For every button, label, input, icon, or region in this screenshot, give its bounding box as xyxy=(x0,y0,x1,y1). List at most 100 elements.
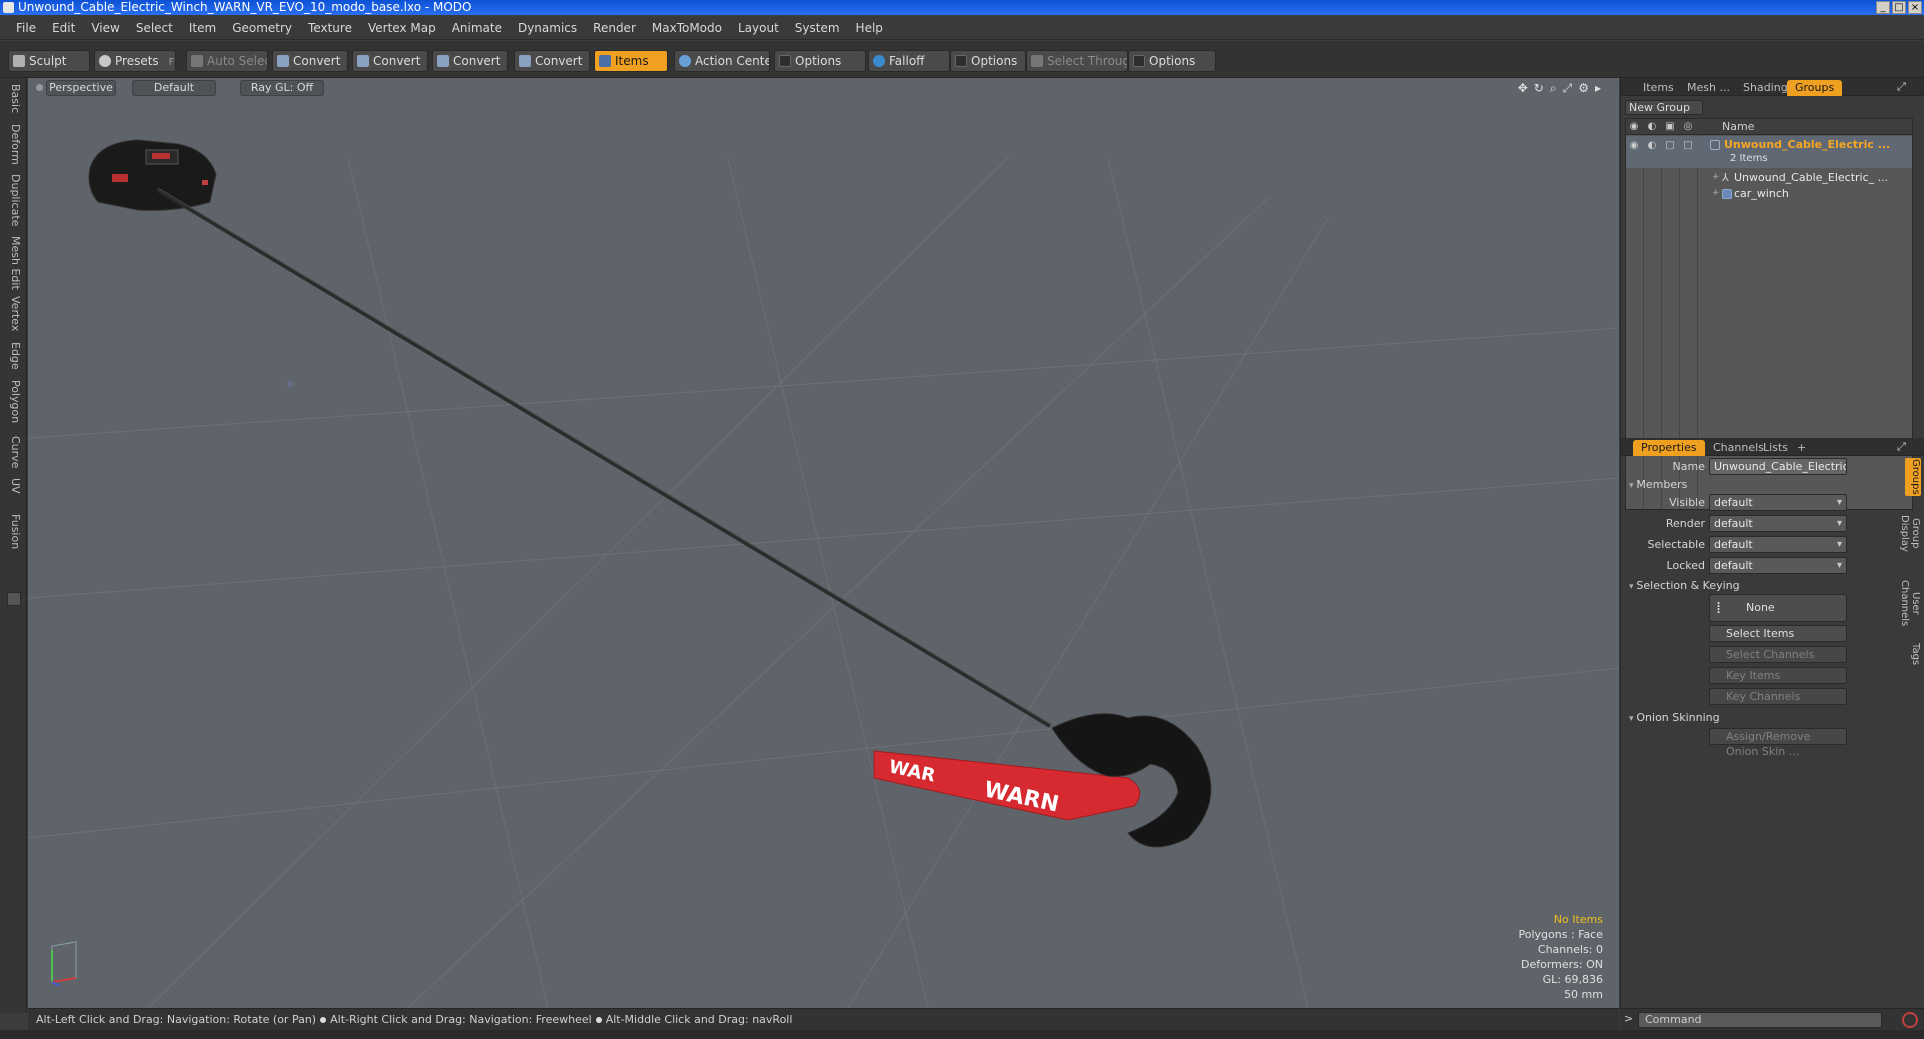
expand-panel-icon[interactable]: ⤢ xyxy=(1897,80,1906,94)
menu-edit[interactable]: Edit xyxy=(44,16,83,40)
raygl-button[interactable]: Ray GL: Off xyxy=(240,80,324,96)
convert-button-4[interactable]: Convert xyxy=(514,50,590,72)
items-mode-button[interactable]: Items xyxy=(594,50,668,72)
tab-curve[interactable]: Curve xyxy=(4,436,22,468)
render-toggle-icon[interactable]: ◐ xyxy=(1646,140,1658,152)
name-column-header[interactable]: Name xyxy=(1722,119,1754,135)
menu-item[interactable]: Item xyxy=(181,16,224,40)
assign-onion-skin-button[interactable]: Assign/Remove Onion Skin ... xyxy=(1709,728,1847,758)
view-mode-button[interactable]: Perspective xyxy=(46,80,116,96)
none-button[interactable]: ⁞ None xyxy=(1709,594,1847,622)
tree-row-winch[interactable]: + car_winch xyxy=(1626,186,1912,202)
convert-button-2[interactable]: Convert xyxy=(352,50,428,72)
menu-texture[interactable]: Texture xyxy=(300,16,360,40)
command-input[interactable]: Command xyxy=(1638,1012,1882,1028)
menu-animate[interactable]: Animate xyxy=(444,16,510,40)
side-tab-user-channels[interactable]: User Channels xyxy=(1899,570,1921,636)
key-channels-button[interactable]: Key Channels xyxy=(1709,688,1847,705)
convert-button-1[interactable]: Convert xyxy=(272,50,348,72)
menu-file[interactable]: File xyxy=(8,16,44,40)
falloff-button[interactable]: Falloff xyxy=(868,50,950,72)
sculpt-button[interactable]: Sculpt xyxy=(8,50,90,72)
menu-select[interactable]: Select xyxy=(128,16,181,40)
visible-label: Visible xyxy=(1669,496,1705,509)
render-icon[interactable]: ◐ xyxy=(1646,121,1658,133)
menu-maxtomodo[interactable]: MaxToModo xyxy=(644,16,730,40)
key-items-button[interactable]: Key Items xyxy=(1709,667,1847,684)
action-center-button[interactable]: Action Center xyxy=(674,50,770,72)
tab-vertex[interactable]: Vertex xyxy=(4,296,22,331)
options-button-3[interactable]: Options xyxy=(1128,50,1216,72)
status-separator xyxy=(595,1017,602,1023)
name-field[interactable]: Unwound_Cable_Electric_Winch_ xyxy=(1709,458,1847,475)
panel-toggle-button[interactable] xyxy=(7,592,21,606)
tab-basic[interactable]: Basic xyxy=(4,84,22,113)
menu-dynamics[interactable]: Dynamics xyxy=(510,16,585,40)
menu-system[interactable]: System xyxy=(787,16,848,40)
tab-edge[interactable]: Edge xyxy=(4,342,22,370)
selectable-icon[interactable]: ◎ xyxy=(1682,121,1694,133)
menu-layout[interactable]: Layout xyxy=(730,16,787,40)
menu-help[interactable]: Help xyxy=(848,16,891,40)
lock-toggle-icon[interactable]: □ xyxy=(1664,140,1676,152)
tab-mesh-edit[interactable]: Mesh Edit xyxy=(4,236,22,290)
viewport-more-icon[interactable]: ▸ xyxy=(1595,81,1601,96)
zoom-view-icon[interactable]: ⌕ xyxy=(1550,81,1557,96)
maximize-button[interactable]: □ xyxy=(1892,1,1906,14)
expand-panel-icon[interactable]: ⤢ xyxy=(1897,440,1906,454)
minimize-button[interactable]: _ xyxy=(1876,1,1890,14)
tab-fusion[interactable]: Fusion xyxy=(4,514,22,549)
viewport-settings-icon[interactable]: ⚙ xyxy=(1578,81,1589,96)
locked-dropdown[interactable]: default xyxy=(1709,557,1847,574)
close-button[interactable]: × xyxy=(1908,1,1922,14)
menu-view[interactable]: View xyxy=(83,16,127,40)
3d-viewport[interactable]: WARN WAR Perspective Default Ray GL: Off… xyxy=(28,78,1619,1008)
tab-duplicate[interactable]: Duplicate xyxy=(4,174,22,226)
tab-uv[interactable]: UV xyxy=(4,478,22,494)
shading-mode-button[interactable]: Default xyxy=(132,80,216,96)
viewport-menu-dot[interactable] xyxy=(36,84,43,91)
menu-geometry[interactable]: Geometry xyxy=(224,16,300,40)
tab-deform[interactable]: Deform xyxy=(4,124,22,165)
tab-groups[interactable]: Groups xyxy=(1787,80,1843,96)
selection-keying-section[interactable]: Selection & Keying xyxy=(1629,579,1739,592)
tab-items[interactable]: Items xyxy=(1635,80,1682,96)
rotate-view-icon[interactable]: ↻ xyxy=(1534,81,1544,96)
render-dropdown[interactable]: default xyxy=(1709,515,1847,532)
menu-vertex-map[interactable]: Vertex Map xyxy=(360,16,444,40)
record-macro-icon[interactable] xyxy=(1902,1012,1918,1028)
eye-icon[interactable]: ◉ xyxy=(1628,121,1640,133)
add-tab-button[interactable]: + xyxy=(1789,440,1814,456)
tab-mesh[interactable]: Mesh ... xyxy=(1679,80,1738,96)
options-button-1[interactable]: Options xyxy=(774,50,866,72)
select-through-button[interactable]: Select Through xyxy=(1026,50,1128,72)
options-button-2[interactable]: Options xyxy=(950,50,1026,72)
tree-row-group[interactable]: ◉ ◐ □ □ Unwound_Cable_Electric ... 2 Ite… xyxy=(1626,136,1912,168)
side-tab-tags[interactable]: Tags xyxy=(1905,640,1921,668)
select-items-button[interactable]: Select Items xyxy=(1709,625,1847,642)
members-section[interactable]: Members xyxy=(1629,478,1687,491)
tree-row-cable[interactable]: + ⅄ Unwound_Cable_Electric_ ... xyxy=(1626,170,1912,186)
convert-button-3[interactable]: Convert xyxy=(432,50,508,72)
selectable-dropdown[interactable]: default xyxy=(1709,536,1847,553)
side-tab-group-display[interactable]: Group Display xyxy=(1899,500,1921,566)
tab-polygon[interactable]: Polygon xyxy=(4,380,22,423)
visible-dropdown[interactable]: default xyxy=(1709,494,1847,511)
visibility-eye-icon[interactable]: ◉ xyxy=(1628,140,1640,152)
tab-properties[interactable]: Properties xyxy=(1633,440,1705,456)
select-toggle-icon[interactable]: □ xyxy=(1682,140,1694,152)
new-group-button[interactable]: New Group xyxy=(1625,100,1703,115)
onion-skinning-section[interactable]: Onion Skinning xyxy=(1629,711,1719,724)
expand-arrow-icon[interactable]: + xyxy=(1712,188,1720,198)
presets-button[interactable]: PresetsF6 xyxy=(94,50,176,72)
auto-select-button[interactable]: Auto Select xyxy=(186,50,268,72)
menu-render[interactable]: Render xyxy=(585,16,644,40)
left-tool-tabs: Basic Deform Duplicate Mesh Edit Vertex … xyxy=(0,78,27,1013)
fit-view-icon[interactable]: ⤢ xyxy=(1563,81,1573,96)
side-tab-groups[interactable]: Groups xyxy=(1905,458,1921,496)
expand-arrow-icon[interactable]: + xyxy=(1712,172,1720,182)
lock-icon[interactable]: ▣ xyxy=(1664,121,1676,133)
convert-icon xyxy=(519,55,531,67)
select-channels-button[interactable]: Select Channels xyxy=(1709,646,1847,663)
move-view-icon[interactable]: ✥ xyxy=(1518,81,1528,96)
